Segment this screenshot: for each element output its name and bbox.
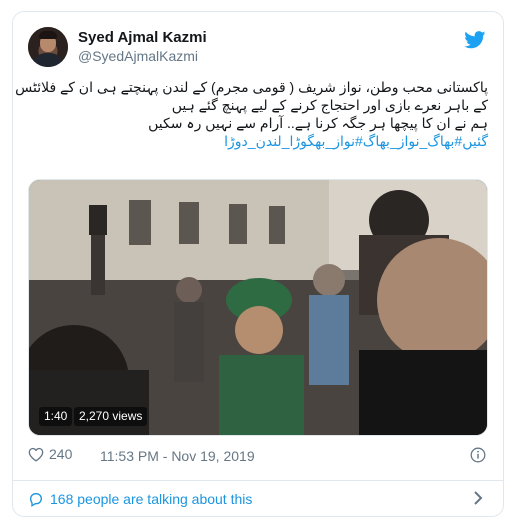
tweet-meta: 240 11:53 PM - Nov 19, 2019: [28, 445, 488, 467]
tweet-text: پاکستانی محب وطن، نواز شریف ( قومی مجرم)…: [15, 78, 488, 150]
tweet-line: کے باہر نعرے بازی اور احتجاج کرنے کے لیے…: [171, 97, 488, 113]
twitter-bird-icon[interactable]: [464, 31, 486, 49]
like-count: 240: [49, 446, 73, 462]
tweet-header: Syed Ajmal Kazmi @SyedAjmalKazmi: [28, 27, 488, 67]
divider: [13, 480, 503, 481]
video-duration: 1:40: [39, 407, 73, 426]
like-button[interactable]: 240: [28, 446, 72, 462]
tweet-hashtags[interactable]: گئیں#بھاگ_نواز_بھاگ#نواز_بھگوڑا_لندن_دوڑ…: [28, 132, 488, 150]
author-name[interactable]: Syed Ajmal Kazmi: [78, 29, 207, 46]
video-views: 2,270 views: [74, 407, 148, 426]
heart-icon: [28, 447, 44, 462]
tweet-line: پاکستانی محب وطن، نواز شریف ( قومی مجرم)…: [15, 79, 488, 95]
video-thumbnail: [29, 180, 487, 435]
info-icon[interactable]: [470, 447, 486, 463]
avatar[interactable]: [28, 27, 68, 67]
talking-about-text: 168 people are talking about this: [50, 491, 253, 507]
talking-about-link[interactable]: 168 people are talking about this: [28, 489, 488, 509]
video-player[interactable]: 1:40 2,270 views: [28, 179, 488, 436]
tweet-timestamp[interactable]: 11:53 PM - Nov 19, 2019: [100, 448, 255, 464]
tweet-card: Syed Ajmal Kazmi @SyedAjmalKazmi پاکستان…: [12, 11, 504, 517]
author-handle[interactable]: @SyedAjmalKazmi: [78, 48, 198, 64]
reply-icon: [29, 493, 43, 507]
tweet-line: ہم نے ان کا پیچھا ہر جگہ کرنا ہے.. آرام …: [148, 115, 488, 131]
chevron-right-icon[interactable]: [472, 491, 484, 505]
